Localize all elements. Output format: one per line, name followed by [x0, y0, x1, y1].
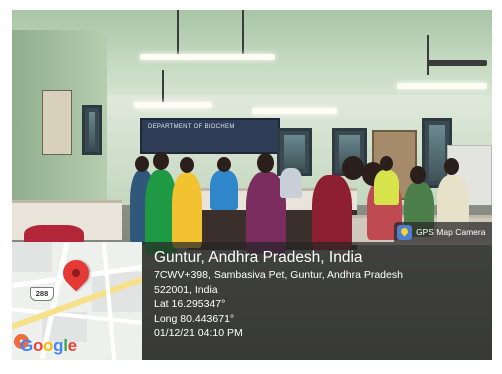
location-title: Guntur, Andhra Pradesh, India: [154, 249, 363, 266]
window: [82, 105, 102, 155]
person: [312, 175, 352, 250]
person: [374, 170, 399, 205]
map-block: [12, 242, 52, 272]
wall-light: [427, 60, 487, 66]
tube-light: [397, 83, 487, 89]
person: [172, 173, 202, 248]
location-text: Guntur, Andhra Pradesh, India 7CWV+398, …: [154, 248, 403, 341]
location-info-panel: 288 ● Google Guntur, Andhra Pradesh, Ind…: [12, 242, 492, 360]
tube-light: [134, 102, 212, 108]
head: [380, 156, 393, 171]
wall-poster: [42, 90, 72, 155]
postcode-line: 522001, India: [154, 283, 218, 296]
person: [210, 170, 238, 210]
mini-map: 288 ● Google: [12, 242, 142, 360]
head: [135, 156, 149, 172]
head: [257, 153, 274, 173]
head: [342, 156, 364, 180]
head: [410, 166, 426, 184]
light-rod: [427, 35, 429, 75]
latitude-line: Lat 16.295347°: [154, 298, 226, 311]
head: [217, 157, 231, 172]
light-rod: [242, 10, 244, 55]
route-shield: 288: [30, 287, 54, 301]
head: [153, 152, 169, 170]
tube-light: [252, 108, 337, 114]
person: [280, 168, 302, 198]
tube-light: [140, 54, 275, 60]
light-rod: [177, 10, 179, 55]
board-text: DEPARTMENT OF BIOCHEM: [148, 124, 235, 130]
address-line: 7CWV+398, Sambasiva Pet, Guntur, Andhra …: [154, 269, 403, 281]
map-pin-icon: [397, 224, 412, 240]
gps-camera-label: GPS Map Camera: [416, 227, 486, 237]
datetime-line: 01/12/21 04:10 PM: [154, 327, 243, 340]
department-board: DEPARTMENT OF BIOCHEM: [140, 118, 280, 154]
google-logo: Google: [20, 336, 77, 355]
light-rod: [162, 70, 164, 105]
head: [180, 157, 194, 173]
head: [444, 158, 459, 175]
longitude-line: Long 80.443671°: [154, 312, 235, 325]
gps-camera-tag: GPS Map Camera: [394, 222, 492, 242]
